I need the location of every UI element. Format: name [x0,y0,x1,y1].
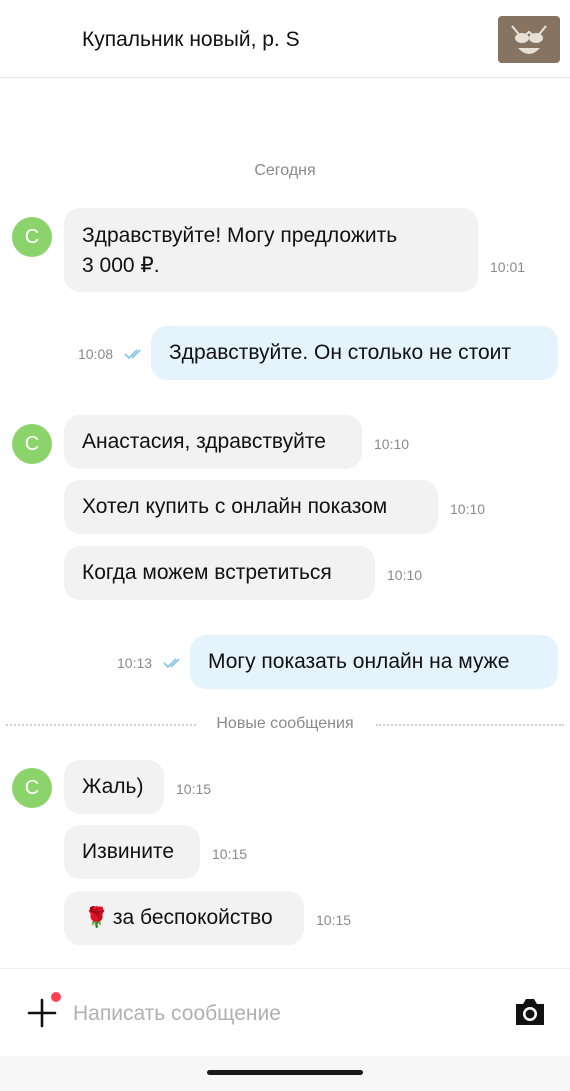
double-check-icon [163,658,180,669]
outgoing-message-bubble: Могу показать онлайн на муже [190,635,558,689]
new-messages-separator: Новые сообщения [0,714,570,734]
message-text: Извините [82,840,174,863]
message-text: Когда можем встретиться [82,561,332,584]
listing-title[interactable]: Купальник новый, р. S [82,28,300,52]
message-time: 10:15 [176,781,212,797]
incoming-message-bubble: Анастасия, здравствуйте [64,415,362,469]
message-text: Жаль) [82,775,144,798]
incoming-message-bubble: Извините [64,825,200,879]
message-time: 10:15 [212,846,248,862]
double-check-icon [124,349,141,360]
message-composer [0,968,570,1056]
message-time: 10:01 [490,259,526,275]
incoming-message-bubble: Жаль) [64,760,164,814]
chat-header: Купальник новый, р. S [0,0,570,78]
message-time: 10:10 [387,567,423,583]
message-text: за беспокойство [112,906,273,929]
bottom-bar [0,1056,570,1091]
message-text-line: 3 000 ₽. [82,254,160,277]
notification-dot [51,992,61,1002]
message-time: 10:13 [117,655,153,671]
message-text: Здравствуйте. Он столько не стоит [169,341,512,364]
incoming-message-bubble: 🌹 за беспокойство [64,891,304,945]
day-separator: Сегодня [254,162,316,179]
avatar[interactable]: С [12,217,52,257]
rose-emoji: 🌹 [84,907,109,929]
avatar[interactable]: С [12,424,52,464]
message-list[interactable]: Сегодня С Здравствуйте! Могу предложить … [0,78,570,968]
message-text-line: Здравствуйте! Могу предложить [82,224,398,247]
message-time: 10:10 [450,501,486,517]
listing-thumbnail[interactable] [498,16,560,63]
incoming-message-bubble: Хотел купить с онлайн показом [64,480,438,534]
message-text: Хотел купить с онлайн показом [82,495,388,518]
swimsuit-photo-icon [498,16,560,63]
message-text: Анастасия, здравствуйте [82,430,326,453]
message-time: 10:08 [78,346,114,362]
avatar[interactable]: С [12,768,52,808]
message-time: 10:10 [374,436,410,452]
incoming-message-bubble: Здравствуйте! Могу предложить 3 000 ₽. [64,208,478,292]
incoming-message-bubble: Когда можем встретиться [64,546,375,600]
camera-icon[interactable] [513,996,547,1028]
message-time: 10:15 [316,912,352,928]
outgoing-message-bubble: Здравствуйте. Он столько не стоит [151,326,558,380]
message-input[interactable] [73,999,473,1029]
new-messages-label: Новые сообщения [206,715,364,732]
home-indicator[interactable] [207,1070,363,1075]
message-text: Могу показать онлайн на муже [208,650,510,673]
